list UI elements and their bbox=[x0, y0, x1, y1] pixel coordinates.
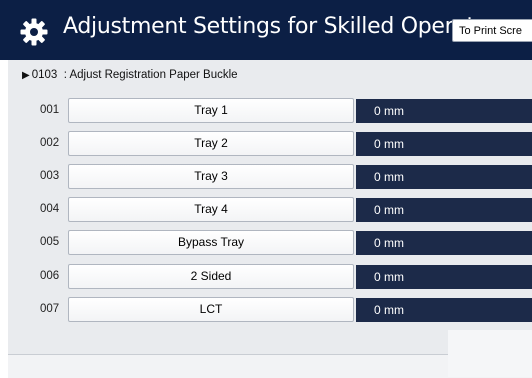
setting-row-007: 007 LCT 0 mm bbox=[0, 297, 532, 323]
row-number: 002 bbox=[40, 137, 60, 149]
section-code: 0103 bbox=[31, 69, 58, 81]
2-sided-button[interactable]: 2 Sided bbox=[68, 264, 354, 289]
row-number: 007 bbox=[40, 303, 60, 315]
row-number: 006 bbox=[40, 270, 60, 282]
page-title: Adjustment Settings for Skilled Operator… bbox=[63, 14, 508, 39]
value-field[interactable]: 0 mm bbox=[356, 132, 532, 156]
value-field[interactable]: 0 mm bbox=[356, 231, 532, 255]
value-field[interactable]: 0 mm bbox=[356, 165, 532, 189]
setting-row-004: 004 Tray 4 0 mm bbox=[0, 197, 532, 223]
row-number: 005 bbox=[40, 236, 60, 248]
tray-4-button[interactable]: Tray 4 bbox=[68, 197, 354, 222]
section-header: ▶ 0103 : Adjust Registration Paper Buckle bbox=[22, 69, 238, 81]
row-number: 003 bbox=[40, 170, 60, 182]
bypass-tray-button[interactable]: Bypass Tray bbox=[68, 230, 354, 255]
setting-row-005: 005 Bypass Tray 0 mm bbox=[0, 230, 532, 256]
setting-row-003: 003 Tray 3 0 mm bbox=[0, 164, 532, 190]
gear-icon bbox=[20, 18, 48, 46]
triangle-right-icon: ▶ bbox=[22, 70, 30, 81]
setting-row-001: 001 Tray 1 0 mm bbox=[0, 98, 532, 124]
value-field[interactable]: 0 mm bbox=[356, 265, 532, 289]
row-number: 004 bbox=[40, 203, 60, 215]
tray-2-button[interactable]: Tray 2 bbox=[68, 131, 354, 156]
tray-3-button[interactable]: Tray 3 bbox=[68, 164, 354, 189]
row-number: 001 bbox=[40, 104, 60, 116]
to-print-screen-button[interactable]: To Print Scre bbox=[452, 19, 532, 42]
value-field[interactable]: 0 mm bbox=[356, 198, 532, 222]
footer-strip bbox=[448, 330, 532, 377]
setting-row-002: 002 Tray 2 0 mm bbox=[0, 131, 532, 157]
section-label: : Adjust Registration Paper Buckle bbox=[63, 69, 238, 81]
header-bar: Adjustment Settings for Skilled Operator… bbox=[0, 0, 532, 60]
value-field[interactable]: 0 mm bbox=[356, 298, 532, 322]
setting-row-006: 006 2 Sided 0 mm bbox=[0, 264, 532, 290]
tray-1-button[interactable]: Tray 1 bbox=[68, 98, 354, 123]
value-field[interactable]: 0 mm bbox=[356, 99, 532, 123]
lct-button[interactable]: LCT bbox=[68, 297, 354, 322]
